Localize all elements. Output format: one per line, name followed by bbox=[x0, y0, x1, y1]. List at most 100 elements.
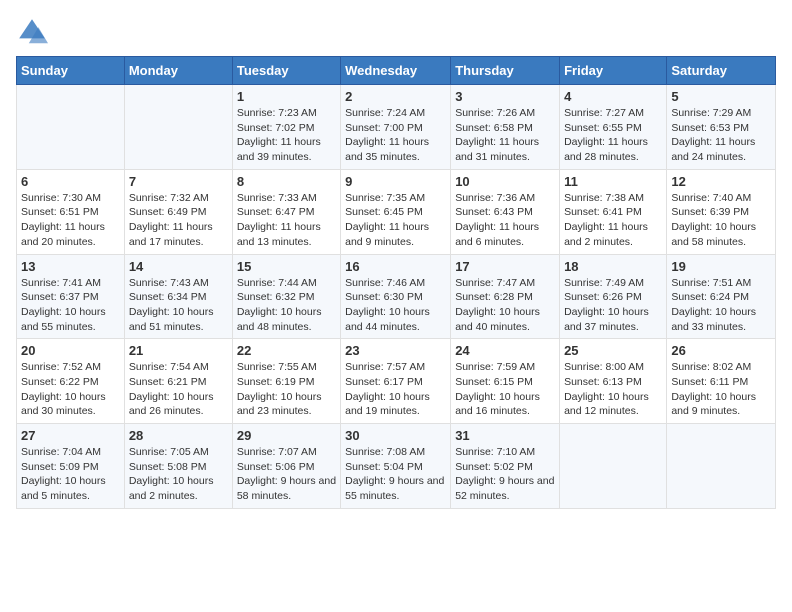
day-info: Sunrise: 7:47 AMSunset: 6:28 PMDaylight:… bbox=[455, 276, 555, 335]
calendar-cell bbox=[667, 424, 776, 509]
calendar-cell: 8Sunrise: 7:33 AMSunset: 6:47 PMDaylight… bbox=[232, 169, 340, 254]
calendar-cell: 9 Sunrise: 7:35 AMSunset: 6:45 PMDaylight… bbox=[341, 169, 451, 254]
calendar-cell: 25 Sunrise: 8:00 AMSunset: 6:13 PMDayligh… bbox=[560, 339, 667, 424]
day-info: Sunrise: 7:29 AMSunset: 6:53 PMDaylight:… bbox=[671, 106, 771, 165]
day-info: Sunrise: 7:10 AMSunset: 5:02 PMDaylight:… bbox=[455, 445, 555, 504]
weekday-header: Friday bbox=[560, 57, 667, 85]
calendar-cell: 1 Sunrise: 7:23 AMSunset: 7:02 PMDaylight… bbox=[232, 85, 340, 170]
day-info: Sunrise: 7:51 AMSunset: 6:24 PMDaylight:… bbox=[671, 276, 771, 335]
day-info: Sunrise: 7:49 AMSunset: 6:26 PMDaylight:… bbox=[564, 276, 662, 335]
calendar-cell: 16Sunrise: 7:46 AMSunset: 6:30 PMDayligh… bbox=[341, 254, 451, 339]
day-number: 11 bbox=[564, 174, 662, 189]
day-info: Sunrise: 7:05 AMSunset: 5:08 PMDaylight:… bbox=[129, 445, 228, 504]
day-info: Sunrise: 7:23 AMSunset: 7:02 PMDaylight:… bbox=[237, 106, 336, 165]
calendar-cell: 19Sunrise: 7:51 AMSunset: 6:24 PMDayligh… bbox=[667, 254, 776, 339]
calendar-week-row: 1 Sunrise: 7:23 AMSunset: 7:02 PMDaylight… bbox=[17, 85, 776, 170]
day-number: 31 bbox=[455, 428, 555, 443]
day-number: 7 bbox=[129, 174, 228, 189]
day-number: 6 bbox=[21, 174, 120, 189]
calendar-cell: 6 Sunrise: 7:30 AMSunset: 6:51 PMDaylight… bbox=[17, 169, 125, 254]
calendar-cell: 3 Sunrise: 7:26 AMSunset: 6:58 PMDaylight… bbox=[451, 85, 560, 170]
calendar-cell: 14 Sunrise: 7:43 AMSunset: 6:34 PMDayligh… bbox=[124, 254, 232, 339]
calendar-cell bbox=[560, 424, 667, 509]
day-number: 4 bbox=[564, 89, 662, 104]
calendar-header: SundayMondayTuesdayWednesdayThursdayFrid… bbox=[17, 57, 776, 85]
day-number: 24 bbox=[455, 343, 555, 358]
day-number: 14 bbox=[129, 259, 228, 274]
day-number: 1 bbox=[237, 89, 336, 104]
day-info: Sunrise: 7:30 AMSunset: 6:51 PMDaylight:… bbox=[21, 191, 120, 250]
day-info: Sunrise: 7:54 AMSunset: 6:21 PMDaylight:… bbox=[129, 360, 228, 419]
calendar-cell: 18Sunrise: 7:49 AMSunset: 6:26 PMDayligh… bbox=[560, 254, 667, 339]
day-number: 23 bbox=[345, 343, 446, 358]
calendar-cell: 29Sunrise: 7:07 AMSunset: 5:06 PMDayligh… bbox=[232, 424, 340, 509]
day-info: Sunrise: 8:00 AMSunset: 6:13 PMDaylight:… bbox=[564, 360, 662, 419]
day-number: 2 bbox=[345, 89, 446, 104]
calendar-cell: 15Sunrise: 7:44 AMSunset: 6:32 PMDayligh… bbox=[232, 254, 340, 339]
calendar-body: 1 Sunrise: 7:23 AMSunset: 7:02 PMDaylight… bbox=[17, 85, 776, 509]
calendar-cell: 23 Sunrise: 7:57 AMSunset: 6:17 PMDayligh… bbox=[341, 339, 451, 424]
calendar-cell bbox=[124, 85, 232, 170]
day-number: 30 bbox=[345, 428, 446, 443]
weekday-header: Sunday bbox=[17, 57, 125, 85]
day-number: 21 bbox=[129, 343, 228, 358]
day-number: 12 bbox=[671, 174, 771, 189]
day-number: 27 bbox=[21, 428, 120, 443]
day-info: Sunrise: 7:35 AMSunset: 6:45 PMDaylight:… bbox=[345, 191, 446, 250]
calendar-cell: 7 Sunrise: 7:32 AMSunset: 6:49 PMDaylight… bbox=[124, 169, 232, 254]
day-info: Sunrise: 7:41 AMSunset: 6:37 PMDaylight:… bbox=[21, 276, 120, 335]
calendar-cell bbox=[17, 85, 125, 170]
day-info: Sunrise: 7:52 AMSunset: 6:22 PMDaylight:… bbox=[21, 360, 120, 419]
day-number: 9 bbox=[345, 174, 446, 189]
day-info: Sunrise: 7:26 AMSunset: 6:58 PMDaylight:… bbox=[455, 106, 555, 165]
calendar-week-row: 6 Sunrise: 7:30 AMSunset: 6:51 PMDaylight… bbox=[17, 169, 776, 254]
calendar-cell: 31 Sunrise: 7:10 AMSunset: 5:02 PMDayligh… bbox=[451, 424, 560, 509]
day-number: 15 bbox=[237, 259, 336, 274]
day-info: Sunrise: 7:59 AMSunset: 6:15 PMDaylight:… bbox=[455, 360, 555, 419]
day-info: Sunrise: 7:38 AMSunset: 6:41 PMDaylight:… bbox=[564, 191, 662, 250]
weekday-header: Tuesday bbox=[232, 57, 340, 85]
calendar-cell: 26 Sunrise: 8:02 AMSunset: 6:11 PMDayligh… bbox=[667, 339, 776, 424]
day-info: Sunrise: 7:43 AMSunset: 6:34 PMDaylight:… bbox=[129, 276, 228, 335]
day-info: Sunrise: 7:32 AMSunset: 6:49 PMDaylight:… bbox=[129, 191, 228, 250]
calendar-cell: 30 Sunrise: 7:08 AMSunset: 5:04 PMDayligh… bbox=[341, 424, 451, 509]
day-info: Sunrise: 7:08 AMSunset: 5:04 PMDaylight:… bbox=[345, 445, 446, 504]
weekday-header: Wednesday bbox=[341, 57, 451, 85]
calendar-table: SundayMondayTuesdayWednesdayThursdayFrid… bbox=[16, 56, 776, 509]
logo-icon bbox=[16, 16, 48, 48]
day-number: 16 bbox=[345, 259, 446, 274]
calendar-week-row: 20 Sunrise: 7:52 AMSunset: 6:22 PMDayligh… bbox=[17, 339, 776, 424]
calendar-week-row: 27 Sunrise: 7:04 AMSunset: 5:09 PMDayligh… bbox=[17, 424, 776, 509]
calendar-cell: 12 Sunrise: 7:40 AMSunset: 6:39 PMDayligh… bbox=[667, 169, 776, 254]
day-number: 10 bbox=[455, 174, 555, 189]
day-info: Sunrise: 8:02 AMSunset: 6:11 PMDaylight:… bbox=[671, 360, 771, 419]
day-number: 17 bbox=[455, 259, 555, 274]
day-number: 29 bbox=[237, 428, 336, 443]
calendar-cell: 10 Sunrise: 7:36 AMSunset: 6:43 PMDayligh… bbox=[451, 169, 560, 254]
day-info: Sunrise: 7:04 AMSunset: 5:09 PMDaylight:… bbox=[21, 445, 120, 504]
calendar-week-row: 13Sunrise: 7:41 AMSunset: 6:37 PMDayligh… bbox=[17, 254, 776, 339]
day-number: 26 bbox=[671, 343, 771, 358]
calendar-cell: 20 Sunrise: 7:52 AMSunset: 6:22 PMDayligh… bbox=[17, 339, 125, 424]
day-info: Sunrise: 7:57 AMSunset: 6:17 PMDaylight:… bbox=[345, 360, 446, 419]
day-number: 25 bbox=[564, 343, 662, 358]
calendar-cell: 5Sunrise: 7:29 AMSunset: 6:53 PMDaylight… bbox=[667, 85, 776, 170]
day-info: Sunrise: 7:40 AMSunset: 6:39 PMDaylight:… bbox=[671, 191, 771, 250]
calendar-cell: 21 Sunrise: 7:54 AMSunset: 6:21 PMDayligh… bbox=[124, 339, 232, 424]
calendar-cell: 4Sunrise: 7:27 AMSunset: 6:55 PMDaylight… bbox=[560, 85, 667, 170]
day-info: Sunrise: 7:55 AMSunset: 6:19 PMDaylight:… bbox=[237, 360, 336, 419]
day-info: Sunrise: 7:36 AMSunset: 6:43 PMDaylight:… bbox=[455, 191, 555, 250]
calendar-cell: 24 Sunrise: 7:59 AMSunset: 6:15 PMDayligh… bbox=[451, 339, 560, 424]
day-number: 20 bbox=[21, 343, 120, 358]
calendar-cell: 13Sunrise: 7:41 AMSunset: 6:37 PMDayligh… bbox=[17, 254, 125, 339]
day-number: 3 bbox=[455, 89, 555, 104]
day-number: 22 bbox=[237, 343, 336, 358]
weekday-header: Saturday bbox=[667, 57, 776, 85]
weekday-header: Monday bbox=[124, 57, 232, 85]
page-header bbox=[16, 16, 776, 48]
calendar-cell: 2Sunrise: 7:24 AMSunset: 7:00 PMDaylight… bbox=[341, 85, 451, 170]
calendar-cell: 28 Sunrise: 7:05 AMSunset: 5:08 PMDayligh… bbox=[124, 424, 232, 509]
calendar-cell: 27 Sunrise: 7:04 AMSunset: 5:09 PMDayligh… bbox=[17, 424, 125, 509]
day-number: 28 bbox=[129, 428, 228, 443]
day-info: Sunrise: 7:33 AMSunset: 6:47 PMDaylight:… bbox=[237, 191, 336, 250]
